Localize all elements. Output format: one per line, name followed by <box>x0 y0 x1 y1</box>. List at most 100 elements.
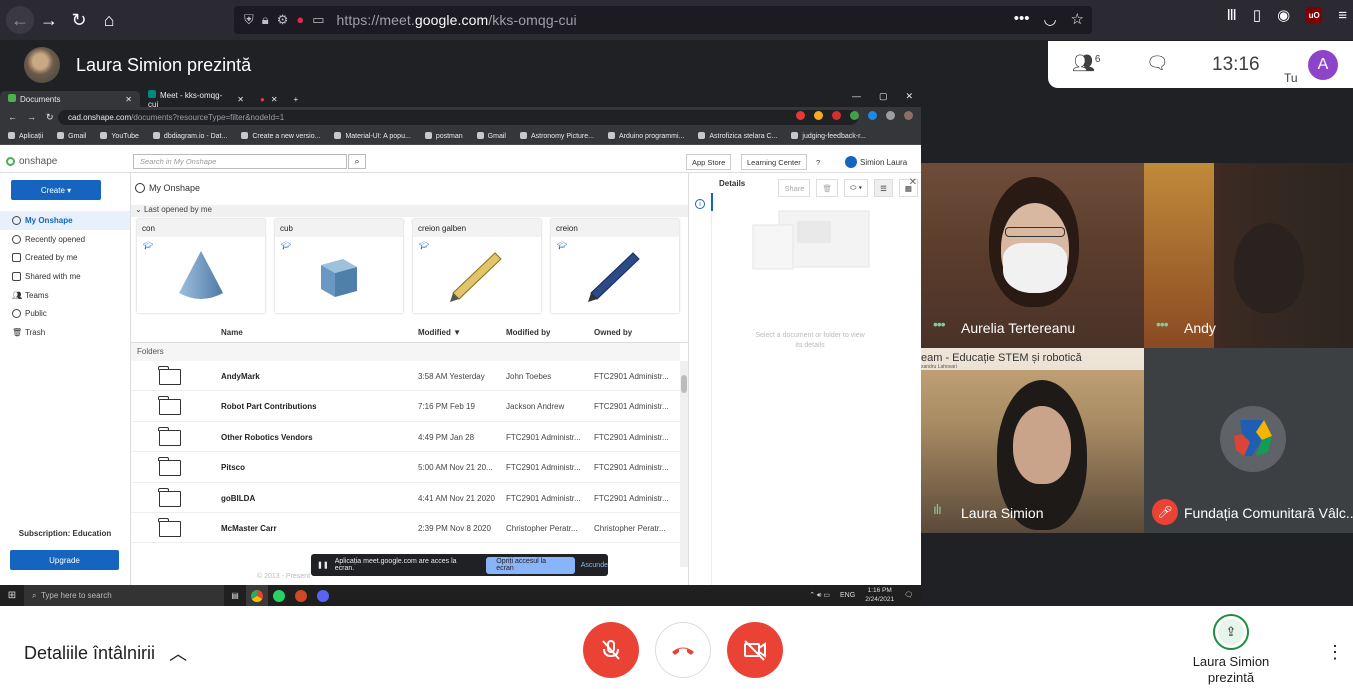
sidebar-item-created-by-me[interactable]: Created by me <box>0 248 130 267</box>
address-bar[interactable]: ⛨ 🔒︎ ⚙ ● ▭ https://meet.google.com/kks-o… <box>234 6 1092 34</box>
onshape-logo[interactable]: onshape <box>6 156 57 167</box>
column-modified-by[interactable]: Modified by <box>506 328 550 337</box>
maximize-icon[interactable]: ▢ <box>879 91 888 102</box>
extension-icon[interactable] <box>868 111 877 120</box>
table-row[interactable]: Other Robotics Vendors 4:49 PM Jan 28 FTC2… <box>131 422 680 453</box>
participant-tile[interactable]: eam - Educație STEM și robotică xandru La… <box>921 348 1144 533</box>
participant-tile[interactable]: ••• Andy <box>1144 163 1353 348</box>
bookmark[interactable]: judging-feedback-r... <box>791 132 865 140</box>
presenting-indicator[interactable]: ⇪ Laura Simion prezintă <box>1190 614 1272 686</box>
taskbar-search[interactable]: ⌕ Type here to search <box>24 585 224 606</box>
mic-toggle-button[interactable] <box>583 622 639 678</box>
app-store-button[interactable]: App Store <box>686 154 732 170</box>
close-tab-icon[interactable]: ✕ <box>237 95 244 104</box>
reload-icon[interactable]: ↻ <box>64 5 94 35</box>
profile-icon[interactable] <box>904 111 913 120</box>
screen-sharing-icon[interactable]: ▭ <box>312 12 324 28</box>
help-icon[interactable]: ? <box>816 154 820 170</box>
whatsapp-app-icon[interactable] <box>268 585 290 606</box>
bookmark[interactable]: Astronomy Picture... <box>520 132 594 140</box>
back-icon[interactable]: ← <box>6 6 34 34</box>
column-owned-by[interactable]: Owned by <box>594 328 632 337</box>
bookmark[interactable]: Material-UI: A popu... <box>334 132 410 140</box>
task-view-icon[interactable]: ▤ <box>224 585 246 606</box>
tab-meet[interactable]: Meet - kks-omqg-cui ✕ <box>140 89 252 109</box>
puzzle-icon[interactable] <box>886 111 895 120</box>
close-tab-icon[interactable]: ✕ <box>271 95 278 104</box>
bookmark[interactable]: postman <box>425 132 463 140</box>
extension-icon[interactable] <box>832 111 841 120</box>
taskbar-clock[interactable]: 1:16 PM 2/24/2021 <box>865 586 894 604</box>
self-avatar[interactable]: A <box>1308 50 1338 80</box>
info-icon[interactable]: i <box>695 199 705 209</box>
chrome-address-bar[interactable]: cad.onshape.com/documents?resourceType=f… <box>58 110 858 125</box>
sidebar-item-trash[interactable]: 🗑︎ Trash <box>0 323 130 342</box>
powerpoint-app-icon[interactable] <box>290 585 312 606</box>
table-row[interactable]: Pitsco 5:00 AM Nov 21 20... FTC2901 Admini… <box>131 452 680 483</box>
more-options-icon[interactable]: ⋮ <box>1326 642 1344 663</box>
bookmark[interactable]: Arduino programmi... <box>608 132 684 140</box>
breadcrumb[interactable]: My Onshape <box>135 183 200 193</box>
participant-tile[interactable]: 🎤︎ Fundația Comunitară Vâlc... <box>1144 348 1353 533</box>
sidebar-item-shared-with-me[interactable]: Shared with me <box>0 267 130 286</box>
chrome-app-icon[interactable] <box>246 585 268 606</box>
document-card[interactable]: cub 🎓︎ <box>275 219 403 313</box>
pocket-icon[interactable]: ◡ <box>1043 10 1056 28</box>
shield-icon[interactable]: ⛨ <box>244 12 254 28</box>
bookmark[interactable]: Astrofizica stelara C... <box>698 132 777 140</box>
recording-tab[interactable]: ● ✕ <box>252 91 286 107</box>
discord-app-icon[interactable] <box>312 585 334 606</box>
extension-icon[interactable] <box>850 111 859 120</box>
language-indicator[interactable]: ENG <box>840 592 855 599</box>
menu-icon[interactable]: ≡ <box>1338 7 1347 24</box>
sidebar-item-recently-opened[interactable]: Recently opened <box>0 230 130 249</box>
permissions-icon[interactable]: ⚙ <box>277 12 289 28</box>
bookmark[interactable]: Gmail <box>57 132 86 140</box>
sidebar-item-my-onshape[interactable]: My Onshape <box>0 211 130 230</box>
extension-icon[interactable] <box>814 111 823 120</box>
close-window-icon[interactable]: ✕ <box>905 91 913 102</box>
scrollbar-thumb[interactable] <box>681 375 687 393</box>
new-tab-icon[interactable]: + <box>286 91 307 107</box>
learning-center-button[interactable]: Learning Center <box>741 154 807 170</box>
mic-sharing-icon[interactable]: ● <box>296 12 304 28</box>
participant-tile[interactable]: ••• Aurelia Tertereanu <box>921 163 1144 348</box>
minimize-icon[interactable]: — <box>852 91 861 102</box>
close-icon[interactable]: ✕ <box>909 177 917 188</box>
upgrade-button[interactable]: Upgrade <box>10 550 119 570</box>
sidebar-item-public[interactable]: Public <box>0 304 130 323</box>
leave-call-button[interactable] <box>655 622 711 678</box>
onshape-search-input[interactable]: Search in My Onshape <box>133 154 347 169</box>
extension-icon[interactable] <box>796 111 805 120</box>
tray-icons[interactable]: ⌃ 🔊︎ ▭ <box>809 591 830 600</box>
user-menu[interactable]: Simion Laura <box>845 156 907 168</box>
search-icon[interactable]: ⌕ <box>348 154 366 169</box>
scrollbar[interactable] <box>680 361 688 567</box>
page-actions-icon[interactable]: ••• <box>1014 10 1030 28</box>
bookmark[interactable]: Aplicații <box>8 132 43 140</box>
library-icon[interactable]: Ⅲ <box>1227 6 1237 24</box>
camera-toggle-button[interactable] <box>727 622 783 678</box>
ublock-icon[interactable]: uO <box>1306 7 1323 23</box>
reload-icon[interactable]: ↻ <box>46 112 54 123</box>
document-card[interactable]: creion galben 🎓︎ <box>413 219 541 313</box>
column-name[interactable]: Name <box>221 328 243 337</box>
lock-icon[interactable]: 🔒︎ <box>262 12 269 28</box>
hide-button[interactable]: Ascunde <box>581 562 608 569</box>
notifications-icon[interactable]: 🗨︎ <box>904 591 913 599</box>
sidebar-icon[interactable]: ▯ <box>1253 6 1261 24</box>
tab-documents[interactable]: Documents ✕ <box>0 91 140 107</box>
bookmark[interactable]: YouTube <box>100 132 139 140</box>
table-row[interactable]: Robot Part Contributions 7:16 PM Feb 19 Ja… <box>131 391 680 422</box>
document-card[interactable]: creion 🎓︎ <box>551 219 679 313</box>
windows-start-icon[interactable]: ⊞ <box>0 590 24 601</box>
document-card[interactable]: con 🎓︎ <box>137 219 265 313</box>
bookmark[interactable]: Create a new versio... <box>241 132 320 140</box>
bookmark[interactable]: Gmail <box>477 132 506 140</box>
people-button[interactable]: 👥︎6 <box>1072 53 1100 74</box>
meeting-details-button[interactable]: Detaliile întâlnirii ︿ <box>24 640 187 666</box>
forward-icon[interactable]: → <box>27 112 36 122</box>
back-icon[interactable]: ← <box>8 112 17 122</box>
last-opened-header[interactable]: ⌄ Last opened by me <box>131 205 688 217</box>
bookmark[interactable]: dbdiagram.io - Dat... <box>153 132 227 140</box>
